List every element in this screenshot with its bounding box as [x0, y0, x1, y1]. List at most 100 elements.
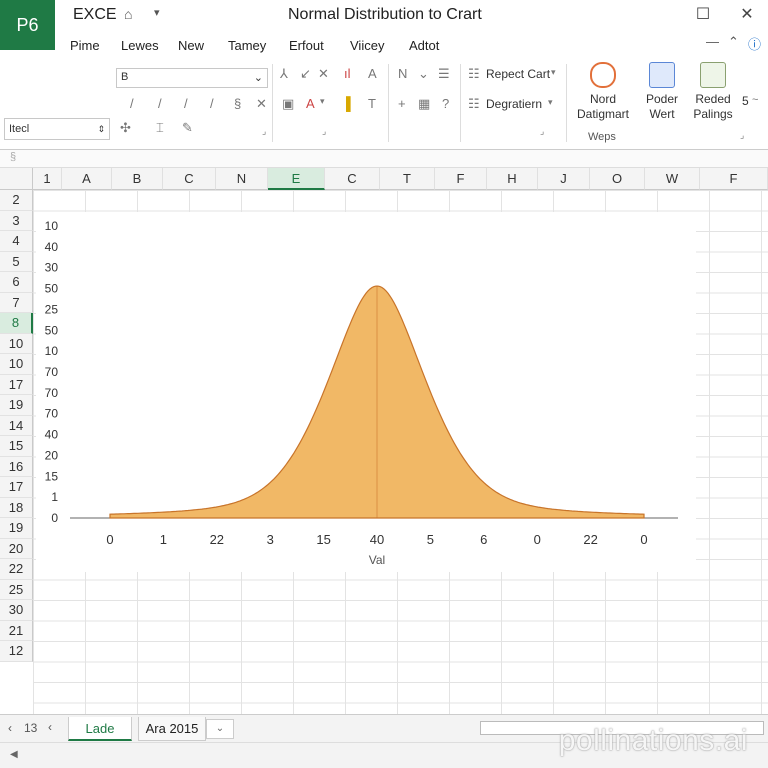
quick-access-dropdown-icon[interactable]: ▾	[154, 6, 160, 19]
row-header[interactable]: 22	[0, 559, 33, 580]
column-header[interactable]: C	[325, 168, 380, 190]
poder-wert-button[interactable]: Poder Wert	[636, 62, 688, 122]
shrink-icon[interactable]: ↙	[300, 66, 311, 82]
more-icon[interactable]: ~	[752, 94, 758, 106]
row-header[interactable]: 3	[0, 210, 33, 231]
sheet-dropdown-button[interactable]: ⌄	[206, 719, 234, 739]
dialog-launcher-icon[interactable]: ⌟	[322, 126, 326, 137]
row-header[interactable]: 17	[0, 477, 33, 498]
format-painter-icon[interactable]: ✣	[120, 120, 131, 136]
picture-icon[interactable]: ▣	[282, 96, 294, 112]
menu-item-tamey[interactable]: Tamey	[228, 36, 266, 55]
column-header[interactable]: T	[380, 168, 435, 190]
report-chart-button[interactable]: Repect Cart	[486, 67, 550, 81]
clear-icon[interactable]: ✕	[256, 96, 267, 112]
report-chart-icon[interactable]: ☷	[468, 66, 480, 82]
chart[interactable]: 10 40 30 50 25 50 10 70 70 70 40 20 15 1 0 0 1 22 3 15 40 5 6 0…	[36, 212, 696, 572]
nord-datigmart-button[interactable]: Nord Datigmart	[572, 62, 634, 122]
column-header[interactable]: N	[216, 168, 268, 190]
chevron-down-icon[interactable]: ▾	[320, 96, 325, 107]
highlight-icon[interactable]: ▌	[346, 96, 355, 111]
row-header[interactable]: 7	[0, 292, 33, 313]
font-color-icon[interactable]: A	[306, 96, 315, 111]
dialog-launcher-icon[interactable]: ⌟	[540, 126, 544, 137]
align-icon[interactable]: ☰	[438, 66, 450, 82]
close-button[interactable]: ✕	[732, 4, 762, 26]
slash-icon[interactable]: /	[158, 96, 162, 111]
row-header[interactable]: 8	[0, 313, 33, 334]
row-header[interactable]: 2	[0, 190, 33, 211]
text-direction-icon[interactable]: ⅄	[280, 66, 288, 82]
row-header[interactable]: 12	[0, 641, 33, 662]
row-header[interactable]: 30	[0, 600, 33, 621]
sheet-tab-lade[interactable]: Lade	[68, 717, 132, 741]
row-header[interactable]: 19	[0, 518, 33, 539]
select-all-corner[interactable]	[0, 168, 33, 190]
text-icon[interactable]: T	[368, 96, 376, 111]
close-icon[interactable]: ✕	[318, 66, 329, 82]
dialog-launcher-icon[interactable]: ⌟	[740, 130, 744, 141]
sheet-tab-ara-2015[interactable]: Ara 2015	[138, 717, 206, 741]
row-header[interactable]: 19	[0, 395, 33, 416]
pencil-icon[interactable]: ✎	[182, 120, 193, 136]
sheet-nav-prev-icon[interactable]: ‹	[48, 720, 52, 734]
column-header[interactable]: J	[538, 168, 590, 190]
row-header[interactable]: 20	[0, 538, 33, 559]
column-header[interactable]: W	[645, 168, 700, 190]
scroll-left-icon[interactable]: ◀	[10, 749, 18, 760]
chevron-down-icon[interactable]: ⌄	[418, 66, 429, 82]
menu-item-viicey[interactable]: Viicey	[350, 36, 384, 55]
menu-item-lewes[interactable]: Lewes	[121, 36, 159, 55]
reded-palings-button[interactable]: Reded Palings	[688, 62, 738, 122]
slash-icon[interactable]: /	[210, 96, 214, 111]
strikethrough-icon[interactable]: §	[234, 96, 241, 111]
row-header[interactable]: 4	[0, 231, 33, 252]
formula-bar[interactable]: §	[0, 150, 768, 168]
column-header[interactable]: 1	[33, 168, 62, 190]
row-header[interactable]: 15	[0, 436, 33, 457]
overflow-label[interactable]: 5	[742, 94, 749, 108]
plus-icon[interactable]: +	[398, 96, 406, 111]
maximize-button[interactable]: ☐	[688, 4, 718, 26]
row-header[interactable]: 16	[0, 456, 33, 477]
row-header[interactable]: 6	[0, 272, 33, 293]
sheet-nav-left-icon[interactable]: ‹	[8, 721, 12, 735]
degration-icon[interactable]: ☷	[468, 96, 480, 112]
minimize-ribbon-icon[interactable]: —	[706, 34, 719, 49]
help-icon[interactable]: ⓘ	[748, 34, 761, 53]
row-header[interactable]: 21	[0, 620, 33, 641]
column-header[interactable]: C	[163, 168, 216, 190]
font-a-icon[interactable]: A	[368, 66, 377, 81]
n-icon[interactable]: N	[398, 66, 407, 81]
row-header[interactable]: 5	[0, 251, 33, 272]
font-box[interactable]: B ⌄	[116, 68, 268, 88]
slash-icon[interactable]: /	[184, 96, 188, 111]
row-header[interactable]: 10	[0, 354, 33, 375]
question-icon[interactable]: ?	[442, 96, 449, 111]
ribbon-options-icon[interactable]: ⌃	[728, 34, 739, 50]
column-header[interactable]: F	[700, 168, 768, 190]
menu-item-adtot[interactable]: Adtot	[409, 36, 439, 55]
row-header[interactable]: 25	[0, 579, 33, 600]
chart-bar-icon[interactable]: ıl	[344, 66, 351, 81]
degration-button[interactable]: Degratiern	[486, 97, 542, 111]
column-header[interactable]: H	[487, 168, 538, 190]
dialog-launcher-icon[interactable]: ⌟	[262, 126, 266, 137]
row-header[interactable]: 10	[0, 333, 33, 354]
table-icon[interactable]: ▦	[418, 96, 430, 112]
cursor-icon[interactable]: ⌶	[156, 120, 164, 136]
column-header[interactable]: F	[435, 168, 487, 190]
name-box[interactable]: Itecl ⇕	[4, 118, 110, 140]
column-header[interactable]: B	[112, 168, 163, 190]
menu-item-pime[interactable]: Pime	[70, 36, 100, 55]
menu-item-erfout[interactable]: Erfout	[289, 36, 324, 55]
column-header[interactable]: E	[268, 168, 325, 190]
italic-icon[interactable]: /	[130, 96, 134, 111]
menu-item-new[interactable]: New	[178, 36, 204, 55]
column-header[interactable]: O	[590, 168, 645, 190]
row-header[interactable]: 14	[0, 415, 33, 436]
row-header[interactable]: 18	[0, 497, 33, 518]
home-icon[interactable]: ⌂	[124, 6, 132, 22]
column-header[interactable]: A	[62, 168, 112, 190]
row-header[interactable]: 17	[0, 374, 33, 395]
